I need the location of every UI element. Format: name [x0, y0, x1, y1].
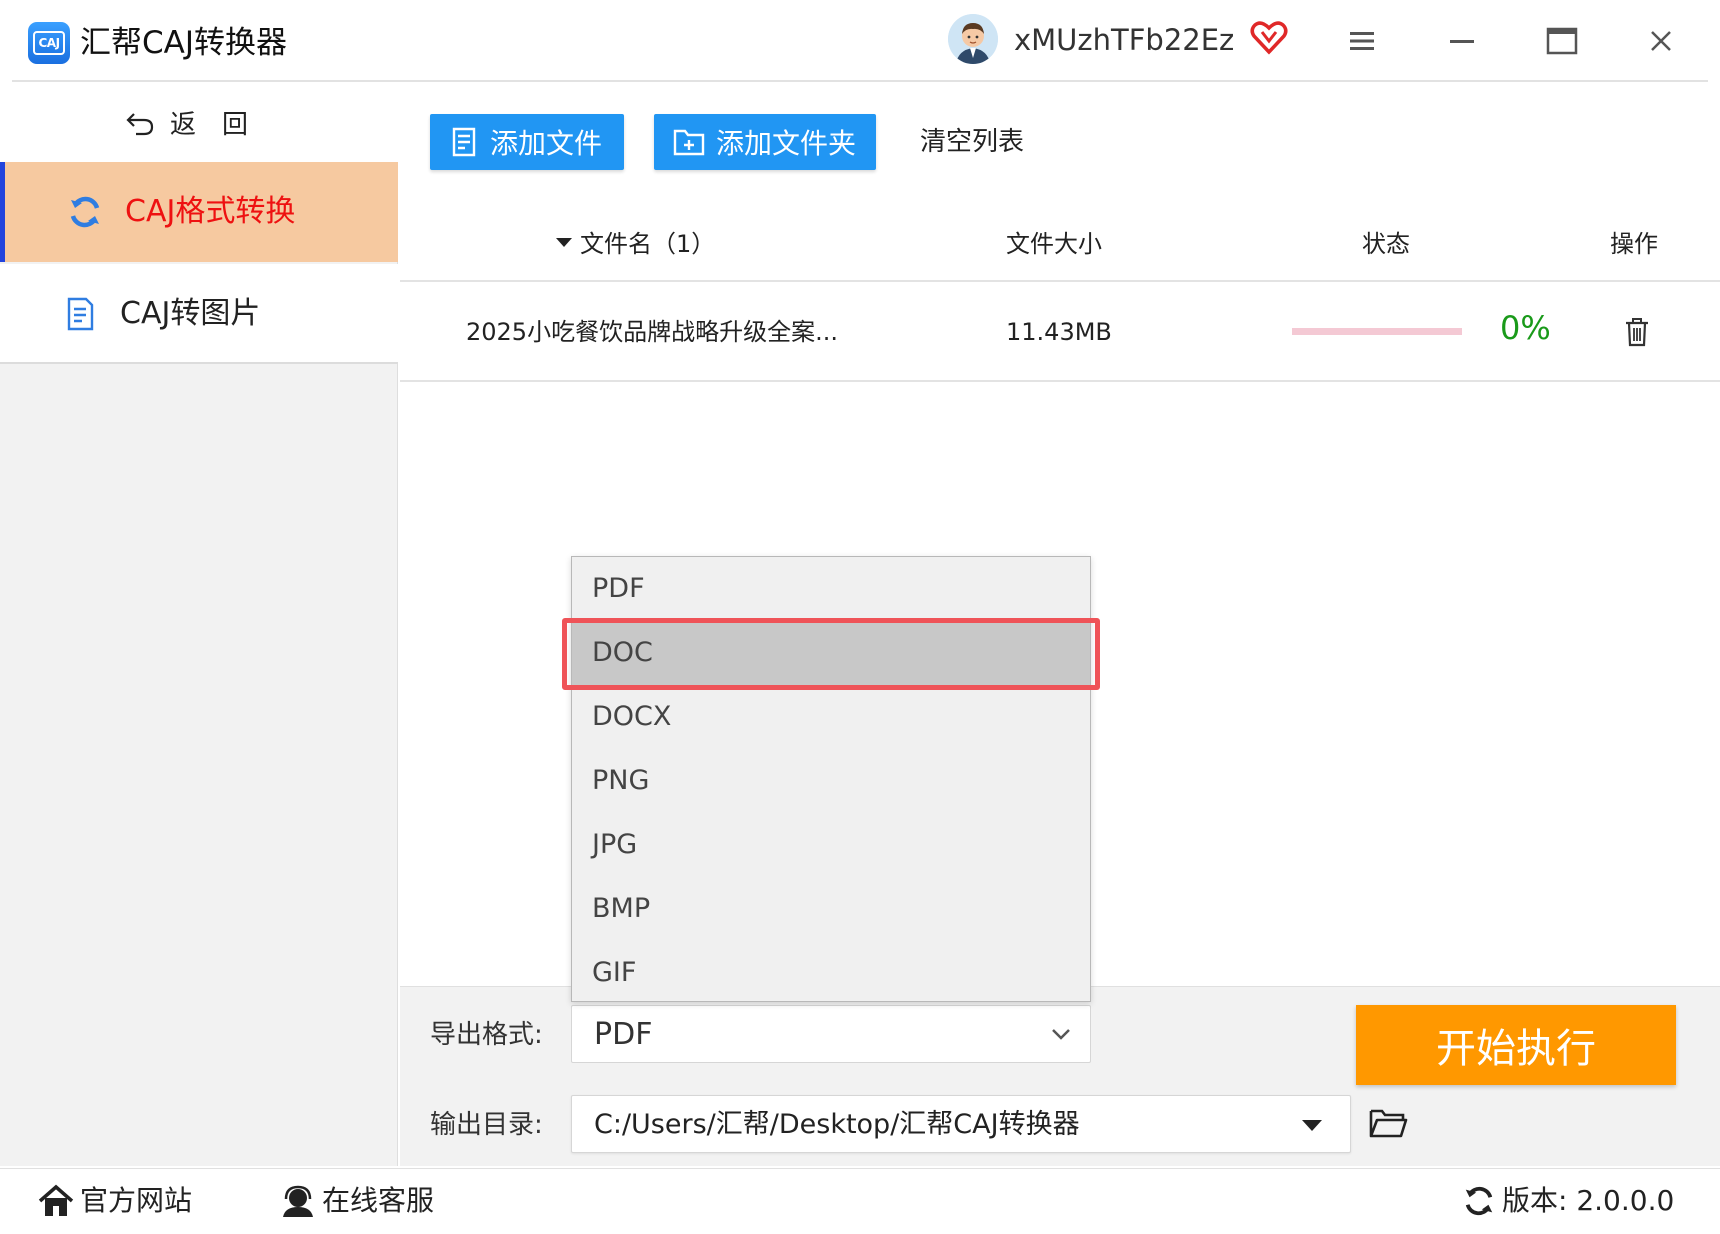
column-name-label: 文件名（1） — [580, 230, 716, 258]
column-header-name[interactable]: 文件名（1） — [556, 226, 715, 262]
update-refresh-icon — [1465, 1186, 1493, 1216]
footer-bar: 官方网站 在线客服 版本: 2.0.0.0 — [0, 1168, 1720, 1234]
official-website-label: 官方网站 — [80, 1184, 193, 1217]
add-folder-icon — [673, 129, 705, 156]
close-icon[interactable] — [1648, 28, 1674, 54]
column-header-status: 状态 — [1362, 230, 1410, 258]
dropdown-option-gif[interactable]: GIF — [572, 941, 1090, 1005]
version-info[interactable]: 版本: 2.0.0.0 — [1462, 1181, 1674, 1221]
start-button[interactable]: 开始执行 — [1356, 1005, 1676, 1085]
sidebar-item-caj-to-image[interactable]: CAJ转图片 — [0, 264, 398, 364]
highlight-box — [562, 618, 1100, 690]
file-size: 11.43MB — [1006, 318, 1112, 346]
progress-bar — [1292, 328, 1462, 335]
minimize-icon[interactable] — [1448, 28, 1476, 54]
export-format-label: 导出格式: — [430, 1020, 543, 1050]
menu-icon[interactable] — [1348, 28, 1376, 54]
sidebar-item-label: CAJ格式转换 — [125, 194, 296, 229]
sort-caret-icon — [556, 237, 572, 247]
export-format-select[interactable]: PDF — [571, 1005, 1091, 1063]
headset-icon — [283, 1185, 313, 1217]
export-settings-panel: 导出格式: PDF 输出目录: C:/Users/汇帮/Desktop/汇帮CA… — [400, 986, 1720, 1166]
online-service-label: 在线客服 — [322, 1184, 435, 1217]
dropdown-option-jpg[interactable]: JPG — [572, 813, 1090, 877]
back-arrow-icon — [126, 113, 154, 136]
user-avatar[interactable] — [948, 14, 998, 64]
column-header-ops: 操作 — [1610, 230, 1658, 258]
add-folder-label: 添加文件夹 — [716, 127, 857, 160]
dropdown-option-bmp[interactable]: BMP — [572, 877, 1090, 941]
dropdown-option-png[interactable]: PNG — [572, 749, 1090, 813]
version-label: 版本: 2.0.0.0 — [1502, 1184, 1675, 1217]
back-button[interactable]: 返回 — [0, 82, 398, 162]
online-service-link[interactable]: 在线客服 — [280, 1181, 434, 1221]
sidebar: 返回 CAJ格式转换 CAJ转图片 — [0, 82, 398, 1166]
app-title: 汇帮CAJ转换器 — [80, 25, 287, 61]
add-file-button[interactable]: 添加文件 — [430, 114, 624, 170]
refresh-icon — [70, 196, 100, 228]
file-table-header: 文件名（1） 文件大小 状态 操作 — [400, 214, 1720, 282]
add-folder-button[interactable]: 添加文件夹 — [654, 114, 876, 170]
output-dir-label: 输出目录: — [430, 1110, 543, 1140]
add-file-icon — [452, 127, 476, 157]
app-logo-text: CAJ — [33, 31, 65, 55]
progress-percent: 0% — [1500, 309, 1551, 347]
export-format-value: PDF — [594, 1017, 653, 1052]
username[interactable]: xMUzhTFb22Ez — [1014, 20, 1234, 60]
back-label: 返回 — [169, 109, 274, 140]
add-file-label: 添加文件 — [490, 127, 603, 160]
table-row[interactable]: 2025小吃餐饮品牌战略升级全案... 11.43MB 0% — [400, 284, 1720, 382]
trash-icon[interactable] — [1622, 316, 1652, 348]
vip-heart-icon[interactable] — [1250, 20, 1288, 56]
document-icon — [67, 297, 94, 331]
chevron-down-icon — [1052, 1029, 1070, 1040]
maximize-icon[interactable] — [1546, 26, 1578, 56]
output-dir-value: C:/Users/汇帮/Desktop/汇帮CAJ转换器 — [594, 1109, 1080, 1140]
file-name: 2025小吃餐饮品牌战略升级全案... — [466, 318, 838, 346]
output-dir-select[interactable]: C:/Users/汇帮/Desktop/汇帮CAJ转换器 — [571, 1095, 1351, 1153]
open-folder-icon[interactable] — [1368, 1105, 1408, 1141]
column-header-size: 文件大小 — [1006, 230, 1102, 258]
app-logo-icon: CAJ — [28, 22, 70, 64]
home-icon — [38, 1184, 74, 1216]
sidebar-item-caj-format-convert[interactable]: CAJ格式转换 — [0, 162, 398, 262]
sidebar-item-label: CAJ转图片 — [120, 296, 261, 331]
dropdown-option-docx[interactable]: DOCX — [572, 685, 1090, 749]
caret-down-icon — [1302, 1120, 1322, 1131]
dropdown-option-pdf[interactable]: PDF — [572, 557, 1090, 621]
official-website-link[interactable]: 官方网站 — [38, 1181, 192, 1221]
title-bar: CAJ 汇帮CAJ转换器 xMUzhTFb22Ez — [0, 0, 1720, 83]
clear-list-button[interactable]: 清空列表 — [920, 122, 1024, 162]
